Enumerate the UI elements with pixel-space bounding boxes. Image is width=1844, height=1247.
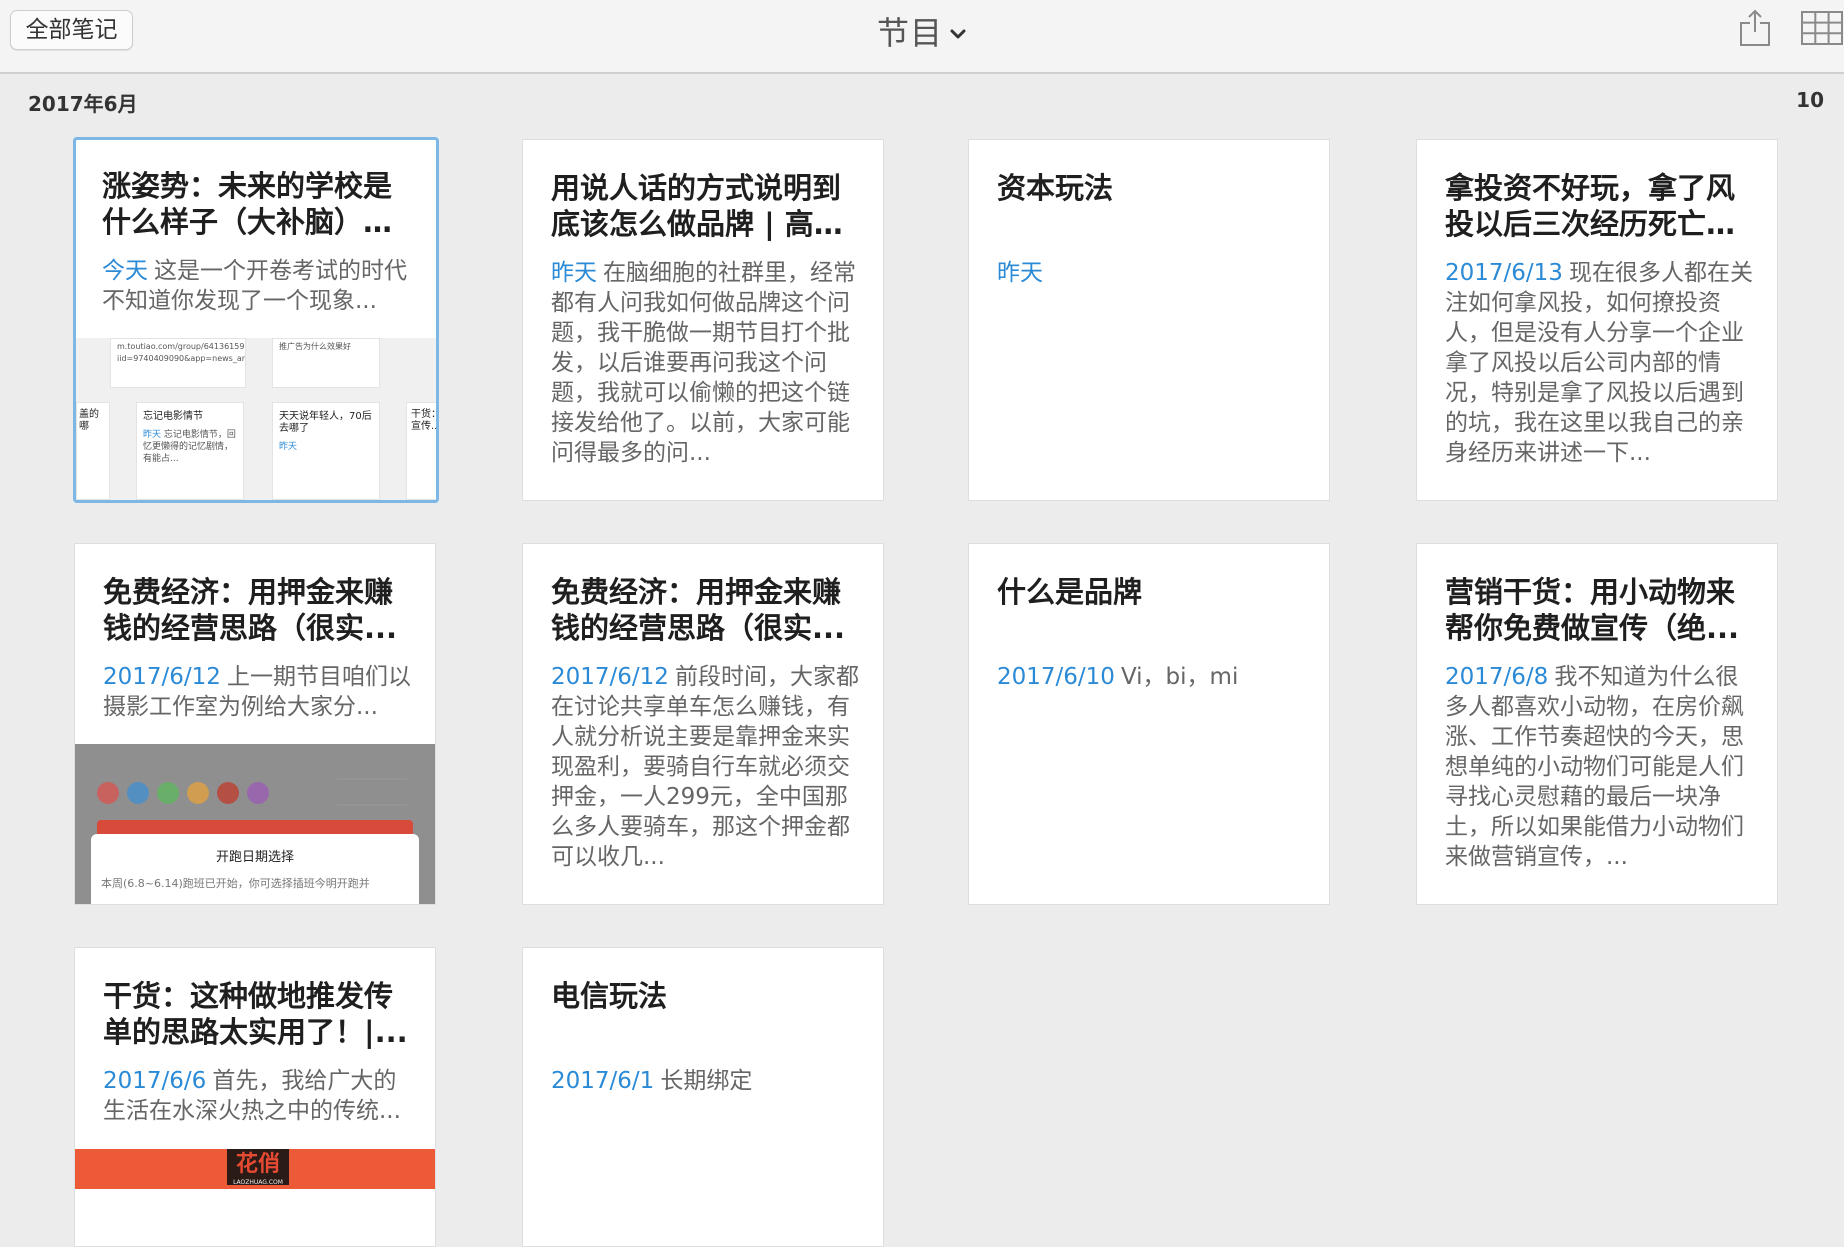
note-date: 今天 (102, 258, 148, 284)
share-icon[interactable] (1738, 8, 1772, 48)
note-thumbnail: 开跑日期选择 本周(6.8~6.14)跑班已开始，你可选择插班今明开跑并 (75, 744, 435, 904)
note-thumbnail: 花俏 LAOZHUAG.COM (75, 1149, 435, 1189)
note-card[interactable]: 免费经济：用押金来赚钱的经营思路（很实... 2017/6/12 前段时间，大家都… (522, 543, 884, 905)
note-title: 用说人话的方式说明到底该怎么做品牌 | 高臻臻 (551, 171, 843, 241)
thumb-side-text: 推广告为什么效果好 (279, 342, 351, 351)
note-date: 2017/6/12 (551, 664, 669, 690)
thumb-dialog: 开跑日期选择 本周(6.8~6.14)跑班已开始，你可选择插班今明开跑并 (91, 834, 419, 904)
note-snippet-text: 我不知道为什么很多人都喜欢小动物，在房价飙涨、工作节奏超快的今天，思想单纯的小动… (1445, 664, 1744, 870)
note-snippet: 2017/6/10 Vi，bi，mi (997, 662, 1307, 722)
thumb-mini-card: m.toutiao.com/group/641361597261579042/?… (110, 338, 246, 388)
notebook-name: 节目 (876, 14, 943, 52)
note-title: 电信玩法 (551, 979, 668, 1013)
note-date: 2017/6/1 (551, 1068, 655, 1094)
note-date: 2017/6/12 (103, 664, 221, 690)
thumb-mini-card: 天天说年轻人，70后去哪了 昨天 (272, 402, 380, 500)
avatar (127, 782, 149, 804)
note-date: 2017/6/6 (103, 1068, 207, 1094)
section-date-header: 2017年6月 (28, 92, 138, 116)
avatar (187, 782, 209, 804)
note-snippet: 今天 这是一个开卷考试的时代 不知道你发现了一个现象... (102, 256, 412, 316)
thumb-mini-title: 忘记电影情节 (143, 411, 203, 422)
note-card[interactable]: 用说人话的方式说明到底该怎么做品牌 | 高臻臻 昨天在脑细胞的社群里，经常都有人… (522, 139, 884, 501)
note-title: 拿投资不好玩，拿了风投以后三次经历死亡线... (1445, 171, 1736, 241)
thumb-url-text: m.toutiao.com/group/641361597261579042/?… (117, 342, 246, 363)
thumb-mini-card: 忘记电影情节 昨天 忘记电影情节，回忆更懒得的记忆剧情，有能占... (136, 402, 244, 500)
note-card[interactable]: 电信玩法 2017/6/1 长期绑定 (522, 947, 884, 1247)
note-date: 2017/6/10 (997, 664, 1115, 690)
thumb-mini-date: 昨天 (279, 442, 298, 452)
note-card[interactable]: 干货：这种做地推发传单的思路太实用了！|... 2017/6/6 首先，我给广大的… (74, 947, 436, 1247)
avatar (217, 782, 239, 804)
note-snippet: 昨天 在脑细胞的社群里，经常都有人问我如何做品牌这个问题，我干脆做一期节目打个批发… (551, 258, 861, 468)
note-snippet: 2017/6/12 前段时间，大家都在讨论共享单车怎么赚钱，有人就分析说主要是靠押… (551, 662, 861, 872)
thumb-avatar-row (97, 782, 269, 804)
note-snippet-text: 前段时间，大家都在讨论共享单车怎么赚钱，有人就分析说主要是靠押金来实现盈利，要骑… (551, 664, 859, 870)
note-title: 什么是品牌 (997, 575, 1143, 609)
note-date: 2017/6/8 (1445, 664, 1549, 690)
thumb-mini-title: 盖的哪 (79, 409, 99, 432)
grid-view-icon[interactable] (1800, 10, 1844, 46)
thumb-mini-date: 昨天 (143, 430, 162, 440)
avatar (247, 782, 269, 804)
note-card[interactable]: 免费经济：用押金来赚钱的经营思路（很实... 2017/6/12 上一期节目咱们以… (74, 543, 436, 905)
note-title: 营销干货：用小动物来帮你免费做宣传（绝... (1445, 575, 1740, 645)
note-date: 2017/6/13 (1445, 260, 1563, 286)
note-snippet-text: 在脑细胞的社群里，经常都有人问我如何做品牌这个问题，我干脆做一期节目打个批发，以… (551, 260, 856, 466)
note-card[interactable]: 资本玩法 昨天 (968, 139, 1330, 501)
note-card[interactable]: 涨姿势：未来的学校是什么样子（大补脑） |... 今天这是一个开卷考试的时代 不… (73, 137, 439, 503)
thumb-dialog-title: 开跑日期选择 (215, 850, 294, 865)
note-snippet-text: 长期绑定 (660, 1068, 753, 1094)
note-thumbnail: m.toutiao.com/group/641361597261579042/?… (76, 338, 436, 500)
thumb-mini-title: 天天说年轻人，70后去哪了 (279, 411, 372, 434)
thumb-faint-text (337, 778, 407, 806)
note-snippet-text: 现在很多人都在关注如何拿风投，如何撩投资人，但是没有人分享一个企业拿了风投以后公… (1445, 260, 1753, 466)
thumb-mini-card: 盖的哪 (76, 402, 110, 500)
note-snippet: 2017/6/6 首先，我给广大的生活在水深火热之中的传统... (103, 1066, 413, 1126)
note-snippet: 2017/6/1 长期绑定 (551, 1066, 861, 1126)
notebook-selector[interactable]: 节目 (877, 8, 967, 54)
toolbar: 全部笔记 节目 (0, 0, 1844, 74)
all-notes-button[interactable]: 全部笔记 (10, 10, 133, 50)
note-title: 免费经济：用押金来赚钱的经营思路（很实... (103, 575, 398, 645)
thumb-dialog-body: 本周(6.8~6.14)跑班已开始，你可选择插班今明开跑并 (101, 877, 370, 890)
note-title: 干货：这种做地推发传单的思路太实用了！|... (103, 979, 408, 1049)
thumb-mini-title: 干货：宣传... (411, 409, 436, 432)
note-date: 昨天 (997, 260, 1043, 286)
notebook-title-area: 节目 (0, 8, 1844, 54)
avatar (157, 782, 179, 804)
note-snippet: 2017/6/8 我不知道为什么很多人都喜欢小动物，在房价飙涨、工作节奏超快的今天… (1445, 662, 1755, 872)
note-card[interactable]: 什么是品牌 2017/6/10 Vi，bi，mi (968, 543, 1330, 905)
note-card[interactable]: 拿投资不好玩，拿了风投以后三次经历死亡线... 2017/6/13现在很多人都在… (1416, 139, 1778, 501)
note-title: 免费经济：用押金来赚钱的经营思路（很实... (551, 575, 846, 645)
note-card[interactable]: 营销干货：用小动物来帮你免费做宣传（绝... 2017/6/8 我不知道为什么很多… (1416, 543, 1778, 905)
note-date: 昨天 (551, 260, 597, 286)
thumb-logo-sub: LAOZHUAG.COM (233, 1179, 283, 1186)
note-snippet-text: Vi，bi，mi (1120, 664, 1239, 690)
note-snippet: 2017/6/12 上一期节目咱们以摄影工作室为例给大家分... (103, 662, 413, 722)
note-snippet: 昨天 (997, 258, 1307, 318)
note-snippet: 2017/6/13 现在很多人都在关注如何拿风投，如何撩投资人，但是没有人分享一个… (1445, 258, 1755, 468)
avatar (97, 782, 119, 804)
note-title: 涨姿势：未来的学校是什么样子（大补脑） |... (102, 169, 393, 239)
thumb-mini-card: 干货：宣传... (406, 402, 436, 500)
section-note-count: 10 (1796, 88, 1824, 112)
note-title: 资本玩法 (997, 171, 1114, 205)
thumb-mini-card: 推广告为什么效果好 (272, 338, 380, 388)
chevron-down-icon (950, 29, 966, 39)
